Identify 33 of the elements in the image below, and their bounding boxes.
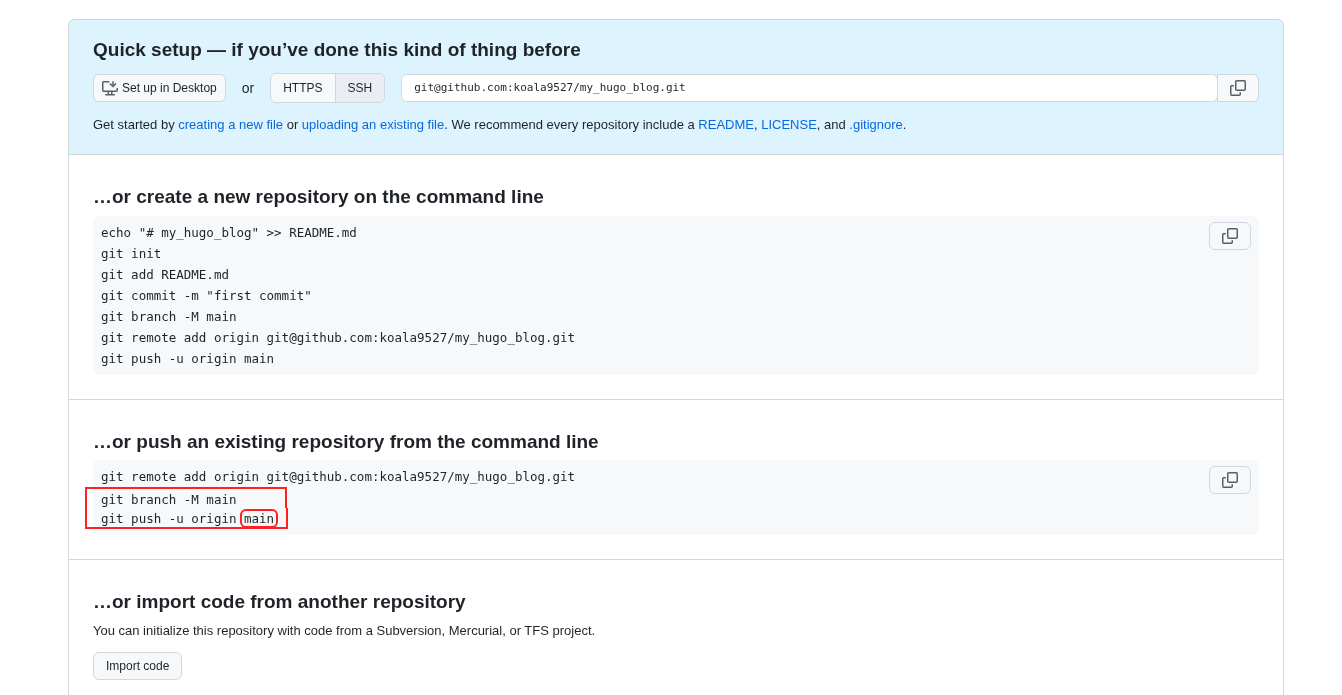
code-line: git branch -M main	[101, 307, 237, 326]
text-link[interactable]: README	[698, 116, 754, 132]
protocol-tab[interactable]: SSH	[334, 73, 385, 102]
section-heading: Quick setup — if you’ve done this kind of thing before	[93, 38, 582, 62]
code-line: git push -u origin main	[85, 508, 289, 529]
code-line: git push -u origin main	[101, 349, 275, 368]
code-line: git add README.md	[101, 265, 229, 284]
code-line: git branch -M main	[85, 487, 287, 508]
section-heading: …or create a new repository on the command line	[93, 185, 545, 209]
text-link[interactable]: creating a new file	[178, 116, 284, 132]
code-line: git init	[101, 244, 162, 263]
code-line: git commit -m "first commit"	[101, 286, 312, 305]
copy-button[interactable]	[1209, 466, 1251, 494]
import-code-button[interactable]: Import code	[93, 652, 183, 680]
section-heading: …or push an existing repository from the command line	[93, 429, 600, 454]
desktop-icon	[102, 79, 118, 96]
protocol-tab[interactable]: HTTPS	[271, 73, 335, 102]
copy-icon	[1222, 227, 1238, 244]
section-heading: …or import code from another repository	[93, 590, 467, 614]
code-line: git remote add origin git@github.com:koala9527/my_hugo_blog.git	[101, 468, 576, 486]
copy-icon	[1230, 79, 1246, 96]
copy-button[interactable]	[1209, 221, 1251, 250]
import-description: You can initialize this repository with code from a Subversion, Mercurial, or TFS project.	[93, 621, 597, 640]
code-line: echo "# my_hugo_blog" >> README.md	[101, 223, 357, 242]
clone-url-field[interactable]: git@github.com:koala9527/my_hugo_blog.git	[401, 73, 1218, 102]
text-link[interactable]: LICENSE	[761, 116, 817, 132]
copy-icon	[1222, 472, 1238, 488]
code-line: git remote add origin git@github.com:koala9527/my_hugo_blog.git	[101, 328, 576, 347]
getting-started-text: Get started by creating a new file or uploading an existing file. We recommend every repository include a README, LICENSE, and .gitignore.	[93, 115, 908, 134]
copy-button[interactable]	[1217, 73, 1259, 102]
desktop-button[interactable]: Set up in Desktop	[93, 73, 226, 102]
or-label: or	[240, 78, 256, 98]
text-link[interactable]: .gitignore	[849, 116, 903, 132]
